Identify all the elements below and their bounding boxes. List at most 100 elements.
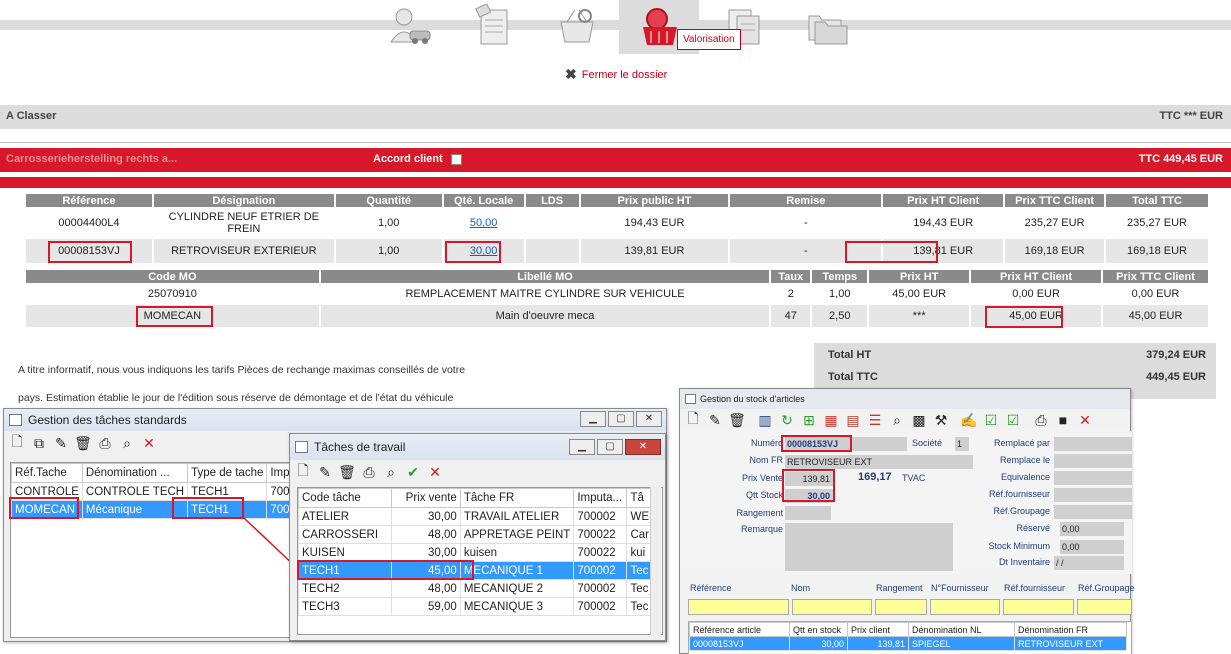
cell: KUISEN — [298, 543, 393, 562]
societe-label: Société — [911, 438, 942, 448]
calc-icon[interactable]: ▩ — [909, 410, 929, 430]
table-row[interactable]: ATELIER 30,00 TRAVAIL ATELIER 700002 WE — [298, 507, 653, 526]
cell: kuisen — [459, 543, 575, 562]
validate-icon[interactable]: ✔ — [403, 462, 423, 482]
window-icon — [295, 441, 308, 453]
table-row[interactable]: 00008153VJ 30,00 139,81 SPIEGEL RETROVIS… — [689, 636, 1127, 651]
cell: 700022 — [573, 543, 628, 562]
print-icon[interactable]: ⎙ — [1031, 410, 1051, 430]
search-rangement-label: Rangement — [876, 583, 923, 593]
new-icon[interactable]: 🗋 — [293, 462, 313, 482]
col-code-tache[interactable]: Code tâche — [298, 488, 393, 508]
remplace-le-field[interactable] — [1054, 454, 1132, 468]
col-tache[interactable]: Tâ — [626, 488, 653, 508]
col-denomination-fr[interactable]: Dénomination FR — [1014, 622, 1127, 637]
cell: 48,00 — [391, 579, 461, 598]
cell: TECH3 — [298, 597, 393, 616]
tools-icon[interactable]: ⚒ — [931, 410, 951, 430]
rangement-field[interactable] — [785, 506, 831, 520]
edit-icon[interactable]: ✎ — [705, 410, 725, 430]
search-ref-fournisseur-label: Réf.fournisseur — [1004, 583, 1066, 593]
cell: 700002 — [573, 561, 628, 580]
add-row-icon[interactable]: ⊞ — [799, 410, 819, 430]
ref-fournisseur-field[interactable] — [1054, 488, 1132, 502]
maximize-button[interactable]: ▢ — [597, 439, 623, 455]
remarque-field[interactable] — [785, 523, 953, 571]
nom-fr-field[interactable]: RETROVISEUR EXT — [785, 455, 973, 469]
close-button[interactable]: ✕ — [625, 439, 661, 455]
cell: Tec — [626, 561, 653, 580]
col-denomination-nl[interactable]: Dénomination NL — [908, 622, 1015, 637]
doc-ok-icon[interactable]: ☑ — [1003, 410, 1023, 430]
delete-icon[interactable]: 🗑 — [337, 462, 357, 482]
list-icon[interactable]: ☰ — [865, 410, 885, 430]
grid2-icon[interactable]: ▤ — [843, 410, 863, 430]
grid-icon[interactable]: ▦ — [821, 410, 841, 430]
cell: TECH2 — [298, 579, 393, 598]
cell: MECANIQUE 2 — [459, 579, 575, 598]
ref-groupage-field[interactable] — [1054, 505, 1132, 519]
stock-minimum-label: Stock Minimum — [988, 541, 1050, 551]
window-titlebar: Gestion du stock d'articles — [680, 389, 1130, 409]
edit-icon[interactable]: ✎ — [315, 462, 335, 482]
cell: MECANIQUE 1 — [459, 561, 575, 580]
col-prix-client[interactable]: Prix client — [847, 622, 909, 637]
ref-fournisseur-label: Réf.fournisseur — [988, 489, 1050, 499]
remplace-par-field[interactable] — [1054, 437, 1132, 451]
table-row[interactable]: KUISEN 30,00 kuisen 700022 kui — [298, 543, 653, 562]
search-ref-groupage-input[interactable] — [1077, 599, 1132, 615]
new-icon[interactable]: 🗋 — [683, 410, 703, 430]
qtt-stock-field[interactable]: 30,00 — [785, 489, 833, 503]
cell: Tec — [626, 597, 653, 616]
cell: 700022 — [573, 525, 628, 544]
refresh-icon[interactable]: ↻ — [777, 410, 797, 430]
numero-field[interactable]: 00008153VJ — [785, 437, 907, 451]
vertical-scrollbar[interactable] — [650, 487, 661, 635]
cancel-icon[interactable]: ✕ — [1075, 410, 1095, 430]
col-prix-vente[interactable]: Prix vente — [391, 488, 461, 508]
equivalence-field[interactable] — [1054, 471, 1132, 485]
cell: Tec — [626, 579, 653, 598]
stop-icon[interactable]: ■ — [1053, 410, 1073, 430]
search-fournisseur-input[interactable] — [930, 599, 1000, 615]
table-row[interactable]: TECH1 45,00 MECANIQUE 1 700002 Tec — [298, 561, 653, 580]
tvac-label: TVAC — [902, 473, 926, 483]
search-ref-groupage-label: Réf.Groupage — [1078, 583, 1135, 593]
remplace-par-label: Remplacé par — [993, 438, 1050, 448]
cell: ATELIER — [298, 507, 393, 526]
search-icon[interactable]: ⌕ — [381, 462, 401, 482]
delete-icon[interactable]: 🗑 — [727, 410, 747, 430]
cell: MECANIQUE 3 — [459, 597, 575, 616]
ref-groupage-label: Réf.Groupage — [993, 506, 1050, 516]
cell: 48,00 — [391, 525, 461, 544]
chart-icon[interactable]: ▥ — [755, 410, 775, 430]
minimize-button[interactable]: ▁ — [569, 439, 595, 455]
window-title: Tâches de travail — [314, 440, 406, 454]
cell: 700002 — [573, 579, 628, 598]
search-icon[interactable]: ⌕ — [887, 410, 907, 430]
reserve-field[interactable]: 0,00 — [1060, 522, 1124, 536]
prix-vente-field[interactable]: 139,81 — [785, 472, 833, 486]
doc-check-icon[interactable]: ☑ — [981, 410, 1001, 430]
table-row[interactable]: CARROSSERI 48,00 APPRETAGE PEINT 700022 Car — [298, 525, 653, 544]
cell: APPRETAGE PEINT — [459, 525, 575, 544]
search-nom-input[interactable] — [792, 599, 872, 615]
col-imputation[interactable]: Imputa... — [573, 488, 628, 508]
societe-field[interactable]: 1 — [955, 437, 969, 451]
cell: 45,00 — [391, 561, 461, 580]
col-reference-article[interactable]: Référence article — [689, 622, 790, 637]
col-qtt-stock[interactable]: Qtt en stock — [789, 622, 848, 637]
print-icon[interactable]: ⎙ — [359, 462, 379, 482]
search-reference-input[interactable] — [688, 599, 789, 615]
taches-travail-grid: Code tâche Prix vente Tâche FR Imputa...… — [297, 487, 663, 635]
table-row[interactable]: TECH2 48,00 MECANIQUE 2 700002 Tec — [298, 579, 653, 598]
stock-minimum-field[interactable]: 0,00 — [1060, 540, 1124, 554]
dt-inventaire-field[interactable]: / / — [1054, 556, 1124, 570]
doc-edit-icon[interactable]: ✍ — [959, 410, 979, 430]
table-row[interactable]: TECH3 59,00 MECANIQUE 3 700002 Tec — [298, 597, 653, 616]
search-rangement-input[interactable] — [875, 599, 927, 615]
cancel-icon[interactable]: ✕ — [425, 462, 445, 482]
col-tache-fr[interactable]: Tâche FR — [459, 488, 575, 508]
tvac-value: 169,17 — [858, 471, 892, 483]
search-ref-fournisseur-input[interactable] — [1003, 599, 1074, 615]
